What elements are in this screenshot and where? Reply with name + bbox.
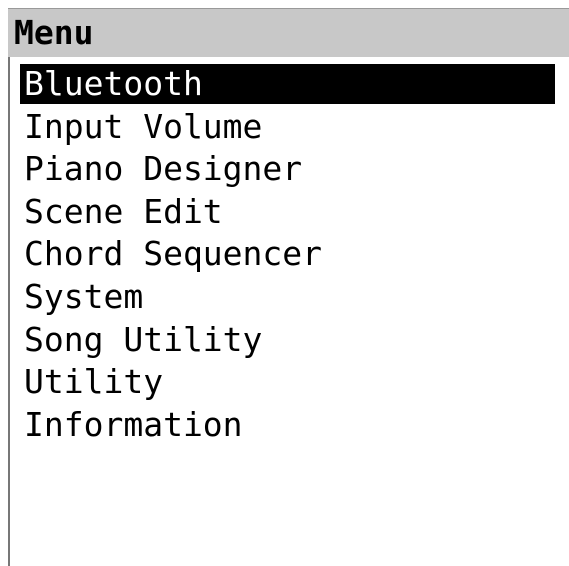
menu-list: Bluetooth Input Volume Piano Designer Sc… (20, 64, 555, 447)
screen-border (8, 8, 10, 566)
menu-item-song-utility[interactable]: Song Utility (20, 320, 555, 363)
menu-screen: Menu Bluetooth Input Volume Piano Design… (0, 0, 569, 566)
menu-item-piano-designer[interactable]: Piano Designer (20, 149, 555, 192)
menu-item-system[interactable]: System (20, 277, 555, 320)
page-title: Menu (14, 13, 94, 52)
menu-item-information[interactable]: Information (20, 405, 555, 448)
menu-item-utility[interactable]: Utility (20, 362, 555, 405)
menu-item-bluetooth[interactable]: Bluetooth (20, 64, 555, 104)
menu-item-input-volume[interactable]: Input Volume (20, 107, 555, 150)
menu-header: Menu (8, 8, 569, 57)
menu-item-scene-edit[interactable]: Scene Edit (20, 192, 555, 235)
menu-item-chord-sequencer[interactable]: Chord Sequencer (20, 234, 555, 277)
